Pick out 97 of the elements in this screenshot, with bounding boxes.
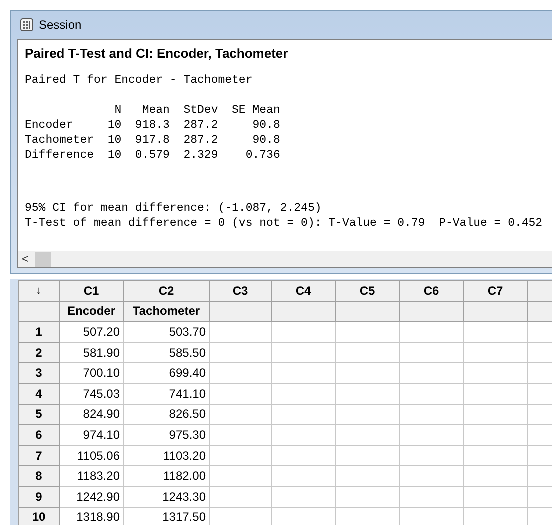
table-cell[interactable]: 1242.90	[60, 486, 124, 508]
empty-cell[interactable]	[210, 322, 272, 343]
output-line: Paired T for Encoder - Tachometer	[25, 73, 253, 88]
table-cell[interactable]: 1243.30	[124, 486, 210, 508]
empty-cell[interactable]	[272, 404, 336, 426]
table-cell[interactable]: 745.03	[60, 384, 124, 405]
table-cell[interactable]: 507.20	[60, 322, 124, 343]
output-line: N Mean StDev SE Mean	[114, 103, 280, 118]
empty-cell[interactable]	[400, 342, 464, 364]
empty-cell[interactable]	[272, 322, 336, 343]
row-header[interactable]: 9	[19, 486, 60, 508]
column-header[interactable]: C3	[210, 281, 272, 302]
output-line: 95% CI for mean difference: (-1.087, 2.245)	[25, 201, 322, 216]
column-name[interactable]: Tachometer	[124, 302, 210, 322]
empty-cell[interactable]	[400, 363, 464, 384]
row-header[interactable]: 2	[19, 342, 60, 364]
row-header[interactable]: 3	[19, 363, 60, 384]
table-cell[interactable]: 700.10	[60, 363, 124, 384]
empty-cell[interactable]	[464, 384, 528, 405]
empty-cell[interactable]	[272, 486, 336, 508]
empty-cell[interactable]	[464, 425, 528, 446]
table-cell[interactable]: 824.90	[60, 404, 124, 426]
row-header[interactable]: 6	[19, 425, 60, 446]
table-cell[interactable]: 699.40	[124, 363, 210, 384]
table-cell[interactable]: 975.30	[124, 425, 210, 446]
empty-cell[interactable]	[210, 363, 272, 384]
sort-direction-indicator[interactable]: ↓	[19, 281, 60, 302]
column-header[interactable]: C7	[464, 281, 528, 302]
column-header[interactable]: C6	[400, 281, 464, 302]
empty-cell[interactable]	[210, 425, 272, 446]
table-cell[interactable]: 585.50	[124, 342, 210, 364]
table-cell[interactable]: 1183.20	[60, 466, 124, 487]
empty-cell[interactable]	[464, 404, 528, 426]
empty-cell[interactable]	[336, 363, 400, 384]
row-header[interactable]: 1	[19, 322, 60, 343]
table-cell[interactable]: 974.10	[60, 425, 124, 446]
empty-cell[interactable]	[336, 466, 400, 487]
empty-cell[interactable]	[464, 342, 528, 364]
row-header[interactable]: 5	[19, 404, 60, 426]
empty-cell[interactable]	[210, 342, 272, 364]
empty-cell[interactable]	[400, 384, 464, 405]
empty-cell[interactable]	[400, 404, 464, 426]
empty-cell[interactable]	[210, 466, 272, 487]
empty-cell[interactable]	[272, 425, 336, 446]
column-header[interactable]: C1	[60, 281, 124, 302]
column-name[interactable]: Encoder	[60, 302, 124, 322]
empty-cell[interactable]	[272, 466, 336, 487]
empty-cell[interactable]	[210, 486, 272, 508]
empty-cell[interactable]	[400, 486, 464, 508]
empty-cell[interactable]	[210, 446, 272, 466]
empty-cell[interactable]	[336, 342, 400, 364]
empty-cell[interactable]	[464, 486, 528, 508]
empty-cell[interactable]	[464, 446, 528, 466]
row-header[interactable]: 4	[19, 384, 60, 405]
row-header[interactable]: 10	[19, 508, 60, 525]
empty-cell[interactable]	[464, 322, 528, 343]
empty-cell[interactable]	[272, 363, 336, 384]
table-cell[interactable]: 1318.90	[60, 508, 124, 525]
empty-cell[interactable]	[336, 486, 400, 508]
table-cell[interactable]: 741.10	[124, 384, 210, 405]
empty-cell[interactable]	[336, 446, 400, 466]
scroll-left-button[interactable]: <	[22, 251, 30, 267]
column-header[interactable]: C2	[124, 281, 210, 302]
table-cell[interactable]: 503.70	[124, 322, 210, 343]
window-title: Session	[39, 18, 82, 32]
empty-cell[interactable]	[210, 404, 272, 426]
output-line: T-Test of mean difference = 0 (vs not = 0): T-Value = 0.79 P-Value = 0.452	[25, 216, 543, 231]
empty-cell[interactable]	[464, 466, 528, 487]
empty-cell[interactable]	[272, 384, 336, 405]
session-icon	[20, 18, 34, 32]
empty-cell[interactable]	[400, 425, 464, 446]
column-header[interactable]: C5	[336, 281, 400, 302]
empty-cell[interactable]	[400, 322, 464, 343]
table-cell[interactable]: 826.50	[124, 404, 210, 426]
column-header[interactable]: C4	[272, 281, 336, 302]
row-header[interactable]: 8	[19, 466, 60, 487]
table-cell[interactable]: 1103.20	[124, 446, 210, 466]
empty-cell[interactable]	[400, 466, 464, 487]
empty-cell[interactable]	[210, 384, 272, 405]
output-heading: Paired T-Test and CI: Encoder, Tachometer	[25, 46, 290, 61]
output-line: Difference 10 0.579 2.329 0.736	[25, 148, 280, 163]
table-cell[interactable]: 1182.00	[124, 466, 210, 487]
empty-cell[interactable]	[336, 404, 400, 426]
table-cell[interactable]: 1105.06	[60, 446, 124, 466]
table-cell[interactable]: 581.90	[60, 342, 124, 364]
empty-cell[interactable]	[336, 322, 400, 343]
output-line: Tachometer 10 917.8 287.2 90.8	[25, 133, 280, 148]
scrollbar-thumb[interactable]	[35, 252, 52, 266]
row-header[interactable]: 7	[19, 446, 60, 466]
output-line: Encoder 10 918.3 287.2 90.8	[25, 118, 280, 133]
empty-cell[interactable]	[272, 446, 336, 466]
empty-cell[interactable]	[272, 342, 336, 364]
empty-cell[interactable]	[336, 384, 400, 405]
empty-cell[interactable]	[400, 446, 464, 466]
empty-cell[interactable]	[464, 363, 528, 384]
empty-cell[interactable]	[336, 425, 400, 446]
table-cell[interactable]: 1317.50	[124, 508, 210, 525]
